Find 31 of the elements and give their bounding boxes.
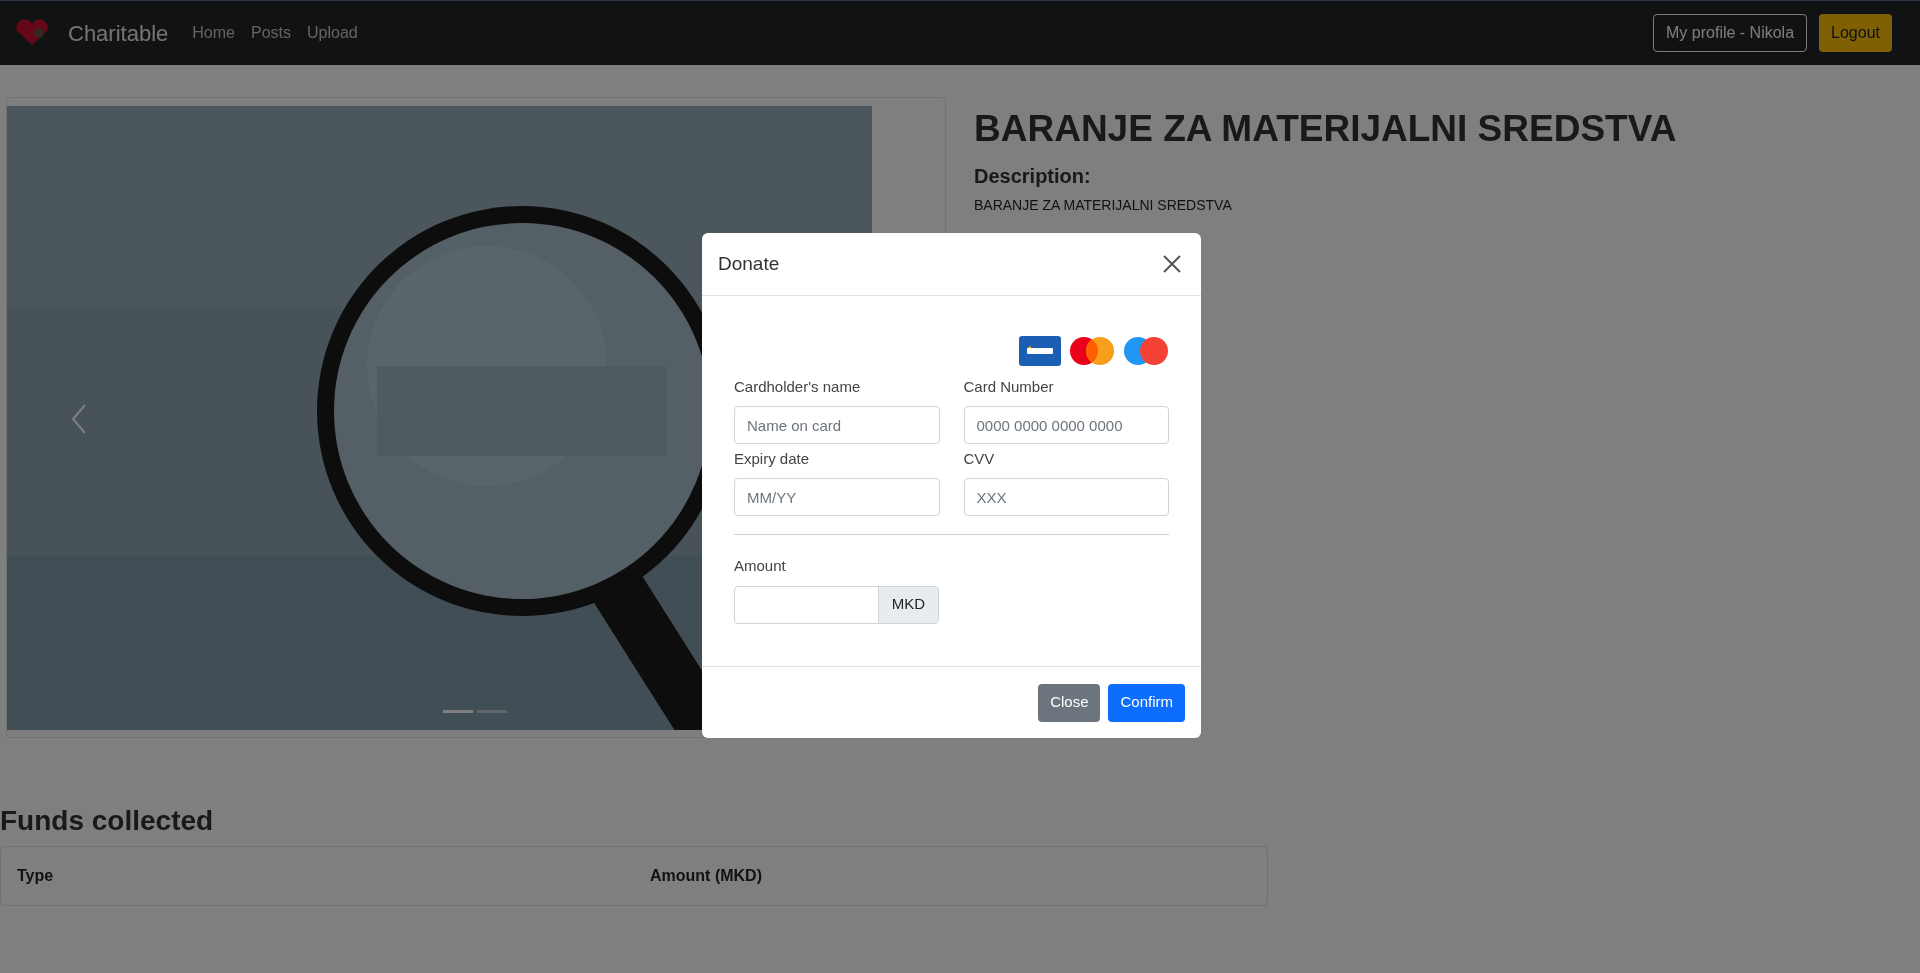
- amount-field[interactable]: MKD: [734, 585, 939, 624]
- close-button[interactable]: Close: [1038, 683, 1101, 722]
- nav-link[interactable]: Home: [192, 21, 235, 45]
- field-label: Amount: [734, 556, 787, 576]
- post-title: BARANJE ZA MATERIJALNI SREDSTVA: [974, 107, 1677, 151]
- nav-link[interactable]: Posts: [250, 21, 291, 45]
- confirm-button[interactable]: Confirm: [1108, 683, 1185, 722]
- logout-button[interactable]: Logout: [1819, 14, 1892, 52]
- nav-link[interactable]: Upload: [307, 21, 358, 45]
- input-field[interactable]: XXX: [963, 478, 1169, 516]
- card-logo-icon: [1123, 336, 1169, 366]
- input-field[interactable]: MM/YY: [734, 478, 940, 516]
- field-label: Expiry date: [734, 448, 811, 469]
- input-field[interactable]: Name on card: [734, 406, 940, 444]
- field-label: Cardholder's name: [734, 376, 862, 397]
- profile-button[interactable]: My profile - Nikola: [1653, 14, 1808, 52]
- close-icon[interactable]: [1163, 255, 1181, 273]
- currency-label: MKD: [878, 586, 938, 623]
- input-field[interactable]: 0000 0000 0000 0000: [963, 406, 1169, 444]
- description-label: Description:: [974, 163, 1092, 189]
- column-header: Amount (MKD): [650, 867, 762, 884]
- brand-link[interactable]: Charitable: [68, 16, 169, 50]
- column-header: Type: [17, 867, 54, 884]
- previous-icon[interactable]: [69, 403, 89, 435]
- dialog-title: Donate: [718, 251, 780, 276]
- field-label: Card Number: [963, 376, 1055, 397]
- card-logo-icon: [1019, 336, 1061, 366]
- funds-heading: Funds collected: [0, 804, 215, 838]
- description-text: BARANJE ZA MATERIJALNI SREDSTVA: [974, 195, 1233, 215]
- field-label: CVV: [963, 448, 996, 469]
- card-logo-icon: [1069, 336, 1115, 366]
